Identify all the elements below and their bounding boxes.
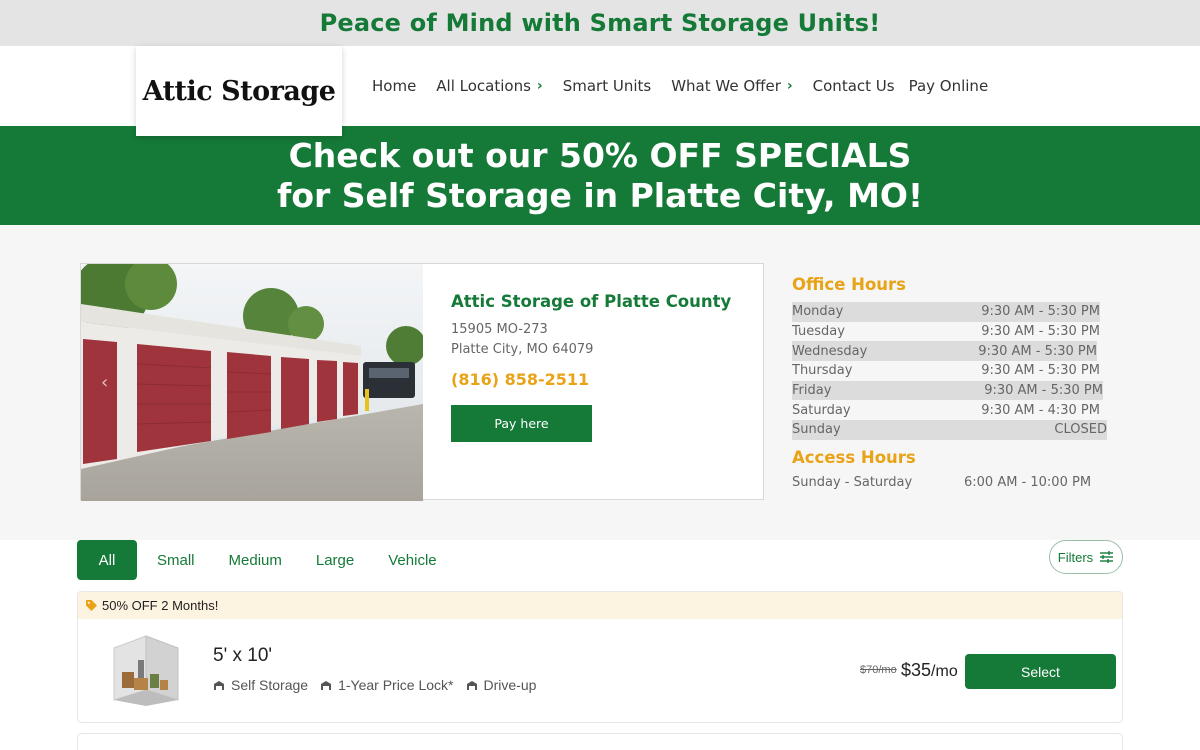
feature-drive-up: Drive-up [466, 677, 536, 693]
logo-text: Attic Storage [142, 75, 336, 107]
promo-banner: Check out our 50% OFF SPECIALS for Self … [0, 126, 1200, 225]
nav-contact-us[interactable]: Contact Us [813, 77, 895, 95]
hours-row: Monday 9:30 AM - 5:30 PM [792, 302, 1100, 322]
office-hours-title: Office Hours [792, 275, 906, 294]
access-time: 6:00 AM - 10:00 PM [964, 474, 1092, 490]
unit-features: Self Storage 1-Year Price Lock* Drive-up [213, 677, 548, 693]
unit-card: 50% OFF 2 Months! 5' x 10' Self Storage … [77, 591, 1123, 723]
current-price: $35/mo [901, 660, 958, 680]
tab-vehicle[interactable]: Vehicle [388, 552, 436, 569]
promo-line-1: Check out our 50% OFF SPECIALS [288, 135, 912, 175]
access-hours-row: Sunday - Saturday 6:00 AM - 10:00 PM [792, 475, 1108, 490]
nav-smart-units[interactable]: Smart Units [563, 77, 652, 95]
hours-row: Tuesday 9:30 AM - 5:30 PM [792, 324, 1100, 340]
logo[interactable]: Attic Storage [136, 46, 342, 136]
unit-card-next [77, 733, 1123, 750]
tab-medium[interactable]: Medium [229, 552, 282, 569]
facility-info-section: ‹ Attic Storage of Platte County 15905 M… [0, 225, 1200, 540]
nav-all-locations[interactable]: All Locations › [436, 77, 542, 95]
chevron-right-icon: › [786, 78, 793, 94]
chevron-left-icon[interactable]: ‹ [101, 372, 108, 393]
unit-size-tabs: All Small Medium Large Vehicle [77, 540, 471, 580]
hours-row: Sunday CLOSED [792, 420, 1107, 440]
sliders-icon [1100, 551, 1114, 563]
nav-what-we-offer[interactable]: What We Offer › [671, 77, 792, 95]
facility-address: 15905 MO-273 Platte City, MO 64079 [451, 320, 731, 360]
facility-details: Attic Storage of Platte County 15905 MO-… [451, 292, 731, 442]
unit-promo-strip: 50% OFF 2 Months! [78, 592, 1122, 619]
facility-photo[interactable]: ‹ [81, 264, 423, 501]
tab-large[interactable]: Large [316, 552, 354, 569]
nav-pay-online[interactable]: Pay Online [909, 77, 989, 95]
address-line-1: 15905 MO-273 [451, 322, 548, 337]
access-hours-title: Access Hours [792, 447, 916, 467]
storage-building-image [81, 264, 423, 501]
unit-3d-image [113, 635, 179, 706]
hours-panel: Office Hours Monday 9:30 AM - 5:30 PM Tue… [792, 275, 1108, 490]
select-unit-button[interactable]: Select [965, 654, 1116, 689]
nav-home[interactable]: Home [372, 77, 416, 95]
old-price: $70/mo [860, 664, 897, 676]
promo-line-2: for Self Storage in Platte City, MO! [276, 175, 924, 215]
tab-small[interactable]: Small [157, 552, 195, 569]
announcement-bar: Peace of Mind with Smart Storage Units! [0, 0, 1200, 46]
tab-all[interactable]: All [77, 540, 137, 580]
hours-row: Friday 9:30 AM - 5:30 PM [792, 380, 1103, 401]
tag-icon [85, 599, 98, 612]
filters-label: Filters [1057, 549, 1094, 565]
hours-row: Thursday 9:30 AM - 5:30 PM [792, 363, 1100, 379]
main-nav: Home All Locations › Smart Units What We … [372, 46, 988, 126]
feature-price-lock: 1-Year Price Lock* [320, 677, 454, 693]
garage-icon [321, 680, 332, 690]
unit-promo-text: 50% OFF 2 Months! [102, 598, 219, 613]
garage-icon [466, 680, 477, 690]
facility-name: Attic Storage of Platte County [451, 292, 732, 311]
announcement-text: Peace of Mind with Smart Storage Units! [319, 9, 881, 37]
feature-self-storage: Self Storage [213, 677, 308, 693]
hours-row: Wednesday 9:30 AM - 5:30 PM [792, 341, 1097, 362]
pay-here-button[interactable]: Pay here [451, 405, 592, 442]
unit-size: 5' x 10' [213, 645, 273, 666]
facility-phone[interactable]: (816) 858-2511 [451, 370, 731, 389]
office-hours-table: Monday 9:30 AM - 5:30 PM Tuesday 9:30 AM -… [792, 302, 1108, 440]
garage-icon [214, 680, 224, 690]
address-line-2: Platte City, MO 64079 [451, 342, 594, 357]
hours-row: Saturday 9:30 AM - 4:30 PM [792, 402, 1100, 418]
access-days: Sunday - Saturday [792, 474, 913, 490]
chevron-right-icon: › [536, 78, 543, 94]
filters-button[interactable]: Filters [1049, 540, 1123, 574]
facility-card: ‹ Attic Storage of Platte County 15905 M… [80, 263, 764, 501]
